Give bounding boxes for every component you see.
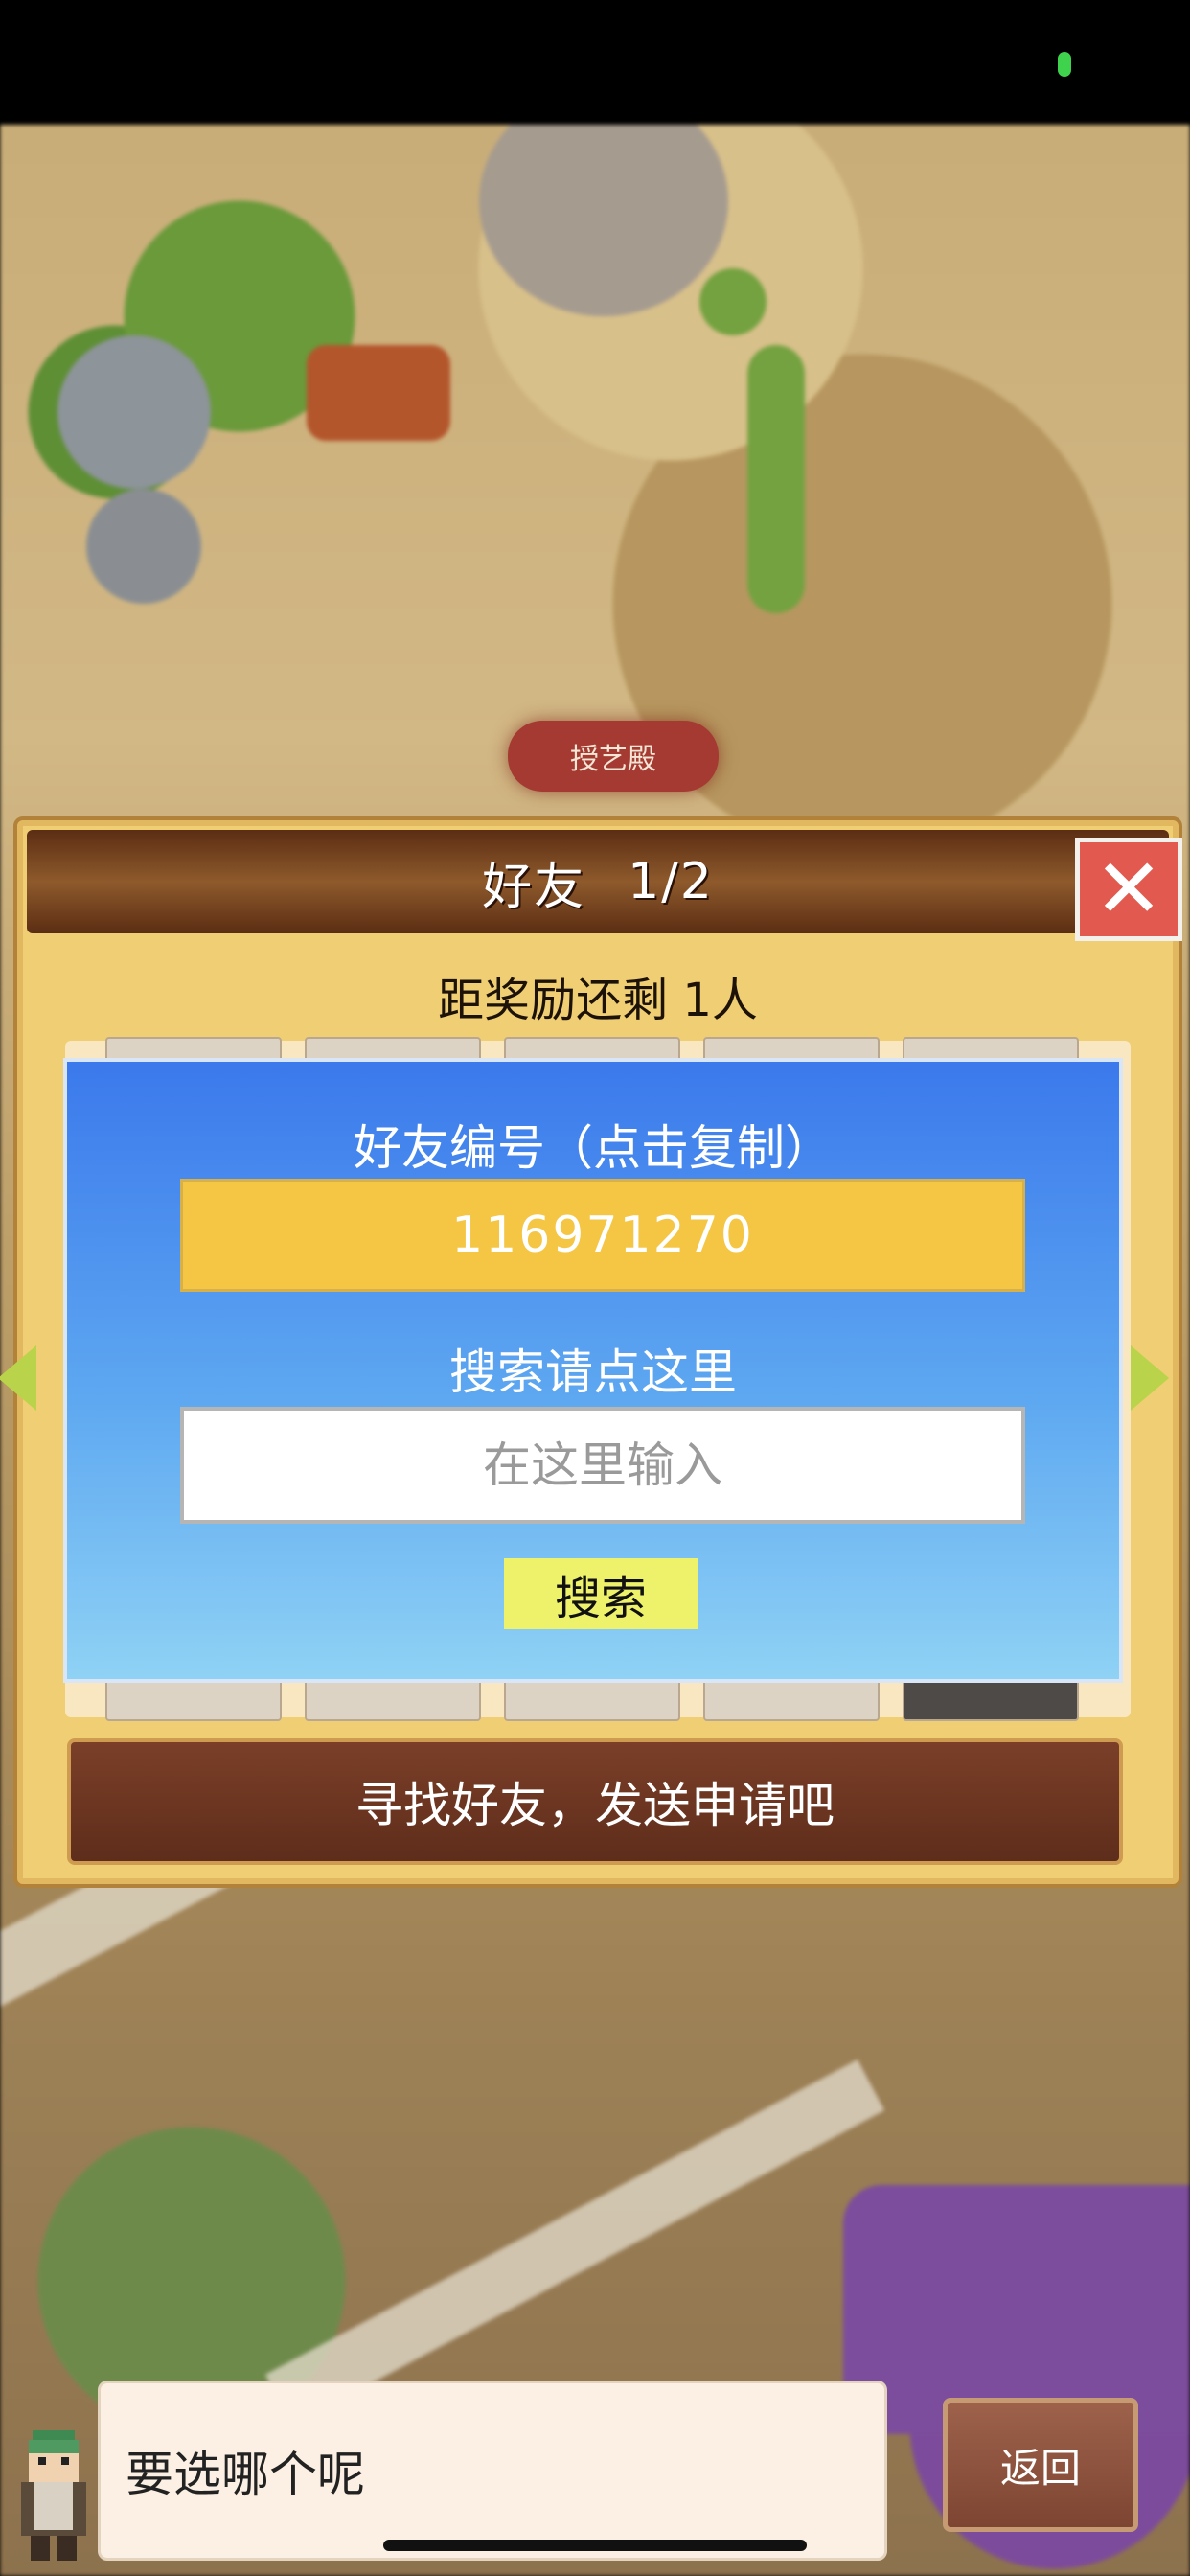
home-indicator[interactable] xyxy=(383,2540,807,2551)
friend-slot[interactable] xyxy=(703,1679,880,1721)
friend-slot[interactable] xyxy=(903,1679,1079,1721)
prev-page-arrow-icon[interactable] xyxy=(0,1346,36,1411)
status-bar xyxy=(0,0,1190,125)
dialog-page-indicator: 1/2 xyxy=(628,853,714,910)
reward-remaining-text: 距奖励还剩 1人 xyxy=(438,974,758,1027)
friend-slot[interactable] xyxy=(305,1679,481,1721)
next-page-arrow-icon[interactable] xyxy=(1131,1346,1169,1411)
friend-search-input[interactable] xyxy=(180,1407,1025,1524)
recording-indicator xyxy=(1058,52,1071,77)
friend-search-panel: 好友编号（点击复制） 116971270 搜索请点这里 搜索 xyxy=(63,1058,1123,1683)
close-button[interactable]: ✕ xyxy=(1075,838,1182,941)
dialog-header: 好友 1/2 ✕ xyxy=(27,830,1182,941)
friend-slot[interactable] xyxy=(504,1679,680,1721)
friend-id-label: 好友编号（点击复制） xyxy=(354,1120,833,1176)
close-x-icon: ✕ xyxy=(1093,841,1164,937)
find-friends-button[interactable]: 寻找好友，发送申请吧 xyxy=(67,1738,1123,1865)
friend-id-copy-box[interactable]: 116971270 xyxy=(180,1179,1025,1292)
dialog-title: 好友 1/2 xyxy=(27,830,1169,933)
character-avatar xyxy=(21,2430,86,2561)
back-button[interactable]: 返回 xyxy=(943,2398,1138,2532)
search-button[interactable]: 搜索 xyxy=(504,1558,698,1629)
speech-bubble: 要选哪个呢 xyxy=(98,2380,887,2561)
search-label: 搜索请点这里 xyxy=(449,1345,737,1400)
speech-text: 要选哪个呢 xyxy=(126,2447,365,2502)
dialog-title-text: 好友 xyxy=(482,858,586,916)
friend-slot[interactable] xyxy=(105,1679,282,1721)
building-label[interactable]: 授艺殿 xyxy=(508,721,719,792)
